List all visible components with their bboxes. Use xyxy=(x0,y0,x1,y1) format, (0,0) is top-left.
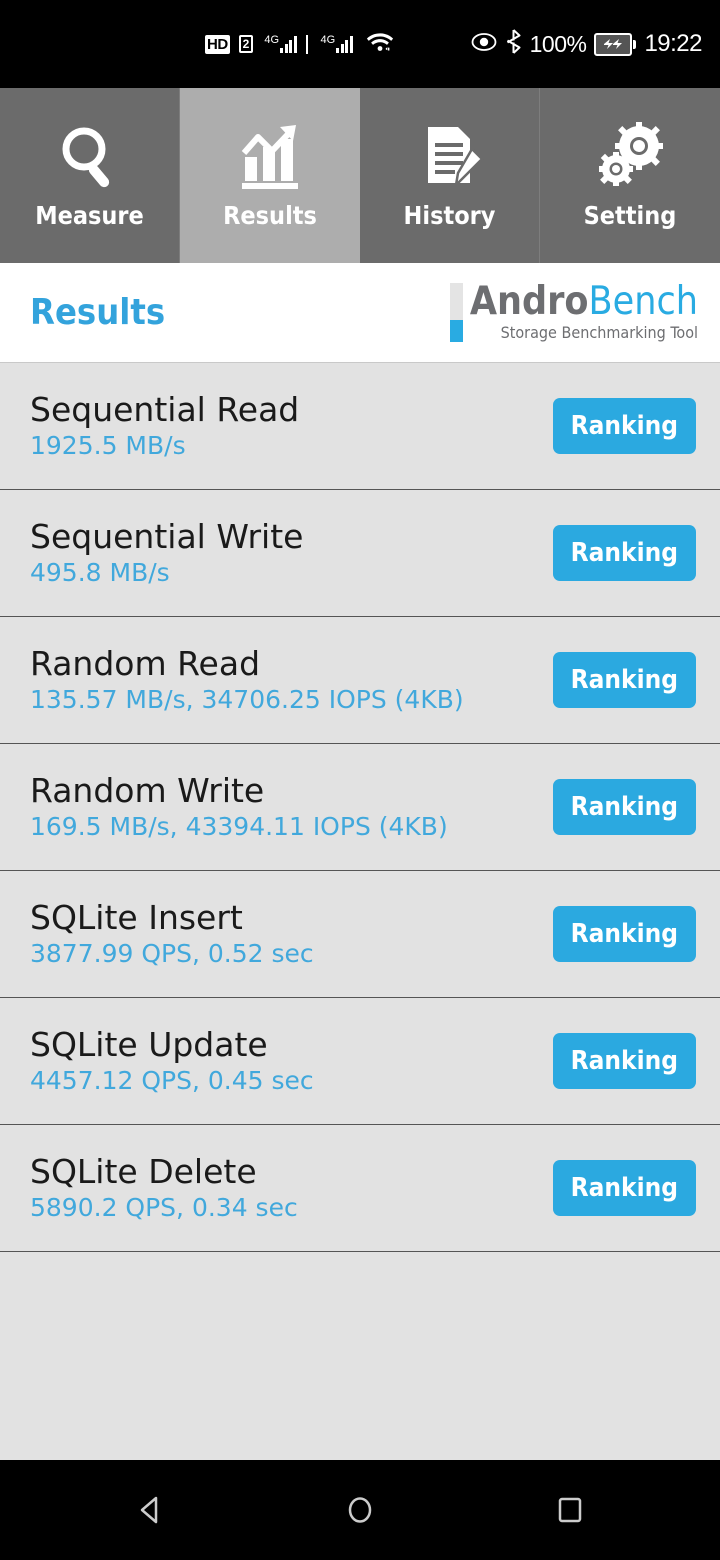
table-row[interactable]: SQLite Update 4457.12 QPS, 0.45 sec Rank… xyxy=(0,998,720,1125)
logo-text: AndroBench Storage Benchmarking Tool xyxy=(470,282,698,342)
ranking-button[interactable]: Ranking xyxy=(552,1160,696,1216)
result-value: 1925.5 MB/s xyxy=(30,431,186,461)
wifi-icon xyxy=(366,31,394,57)
status-bar-left-icons: HD 2 4G 4G xyxy=(205,31,394,57)
clock-label: 19:22 xyxy=(644,30,702,57)
recents-icon[interactable] xyxy=(540,1480,600,1540)
result-value: 495.8 MB/s xyxy=(30,558,170,588)
signal-bars-icon-2 xyxy=(336,35,353,53)
battery-percent-label: 100% xyxy=(529,30,587,57)
signal-indicator-sim2: 4G xyxy=(321,35,353,53)
table-row[interactable]: Random Write 169.5 MB/s, 43394.11 IOPS (… xyxy=(0,744,720,871)
row-text-block: Sequential Read 1925.5 MB/s xyxy=(30,389,300,461)
row-text-block: SQLite Update 4457.12 QPS, 0.45 sec xyxy=(30,1024,314,1096)
page-title: Results xyxy=(30,292,166,333)
ranking-button[interactable]: Ranking xyxy=(552,398,696,454)
signal-indicator-sim1: 4G xyxy=(264,34,297,53)
result-title: Random Read xyxy=(30,643,261,683)
row-text-block: SQLite Delete 5890.2 QPS, 0.34 sec xyxy=(30,1151,298,1223)
tab-results[interactable]: Results xyxy=(180,88,360,263)
logo-subtitle: Storage Benchmarking Tool xyxy=(500,322,698,342)
bar-chart-icon xyxy=(234,121,306,193)
gears-icon xyxy=(594,121,666,193)
result-value: 4457.12 QPS, 0.45 sec xyxy=(30,1066,314,1096)
back-icon[interactable] xyxy=(120,1480,180,1540)
tab-results-label: Results xyxy=(223,201,317,230)
tab-setting-label: Setting xyxy=(583,201,677,230)
signal-divider xyxy=(305,34,308,54)
sim-slot-indicator: 2 xyxy=(238,35,254,53)
logo-primary-label: Andro xyxy=(469,279,589,325)
result-title: SQLite Delete xyxy=(30,1151,257,1191)
ranking-button[interactable]: Ranking xyxy=(552,1033,696,1089)
logo-secondary-label: Bench xyxy=(588,279,698,325)
table-row[interactable]: Random Read 135.57 MB/s, 34706.25 IOPS (… xyxy=(0,617,720,744)
status-bar-right-icons: 100% 19:22 xyxy=(471,29,702,59)
app-header: Results AndroBench Storage Benchmarking … xyxy=(0,263,720,363)
row-text-block: SQLite Insert 3877.99 QPS, 0.52 sec xyxy=(30,897,314,969)
results-list[interactable]: Sequential Read 1925.5 MB/s Ranking Sequ… xyxy=(0,363,720,1460)
eye-icon xyxy=(471,32,497,56)
tab-setting[interactable]: Setting xyxy=(540,88,720,263)
row-text-block: Sequential Write 495.8 MB/s xyxy=(30,516,304,588)
ranking-button[interactable]: Ranking xyxy=(552,525,696,581)
tab-history[interactable]: History xyxy=(360,88,540,263)
home-icon[interactable] xyxy=(330,1480,390,1540)
ranking-button[interactable]: Ranking xyxy=(552,652,696,708)
hd-voice-icon: HD xyxy=(205,34,230,54)
main-tab-bar: Measure Results History Setting xyxy=(0,88,720,263)
ranking-button[interactable]: Ranking xyxy=(552,906,696,962)
magnifier-icon xyxy=(54,121,126,193)
result-title: Sequential Read xyxy=(30,389,300,429)
result-value: 5890.2 QPS, 0.34 sec xyxy=(30,1193,298,1223)
result-title: SQLite Insert xyxy=(30,897,243,937)
result-title: Sequential Write xyxy=(30,516,304,556)
bluetooth-icon xyxy=(505,29,522,59)
battery-charging-icon xyxy=(594,32,637,56)
result-value: 135.57 MB/s, 34706.25 IOPS (4KB) xyxy=(30,685,464,715)
tab-measure-label: Measure xyxy=(35,201,144,230)
row-text-block: Random Write 169.5 MB/s, 43394.11 IOPS (… xyxy=(30,770,448,842)
network-type-label-1: 4G xyxy=(264,34,280,46)
result-title: Random Write xyxy=(30,770,265,810)
signal-bars-icon-1 xyxy=(280,35,297,53)
androbench-logo: AndroBench Storage Benchmarking Tool xyxy=(449,282,698,342)
document-pencil-icon xyxy=(414,121,486,193)
table-row[interactable]: SQLite Insert 3877.99 QPS, 0.52 sec Rank… xyxy=(0,871,720,998)
result-value: 169.5 MB/s, 43394.11 IOPS (4KB) xyxy=(30,812,448,842)
logo-bar-icon xyxy=(449,283,463,342)
android-navigation-bar xyxy=(0,1460,720,1560)
phone-screen: HD 2 4G 4G 100% 19:22 Measure Results Hi… xyxy=(0,0,720,1560)
status-bar: HD 2 4G 4G 100% 19:22 xyxy=(0,0,720,88)
result-value: 3877.99 QPS, 0.52 sec xyxy=(30,939,314,969)
ranking-button[interactable]: Ranking xyxy=(552,779,696,835)
table-row[interactable]: Sequential Read 1925.5 MB/s Ranking xyxy=(0,363,720,490)
result-title: SQLite Update xyxy=(30,1024,268,1064)
tab-history-label: History xyxy=(403,201,496,230)
table-row[interactable]: Sequential Write 495.8 MB/s Ranking xyxy=(0,490,720,617)
tab-measure[interactable]: Measure xyxy=(0,88,180,263)
network-type-label-2: 4G xyxy=(320,34,336,46)
table-row[interactable]: SQLite Delete 5890.2 QPS, 0.34 sec Ranki… xyxy=(0,1125,720,1252)
row-text-block: Random Read 135.57 MB/s, 34706.25 IOPS (… xyxy=(30,643,464,715)
